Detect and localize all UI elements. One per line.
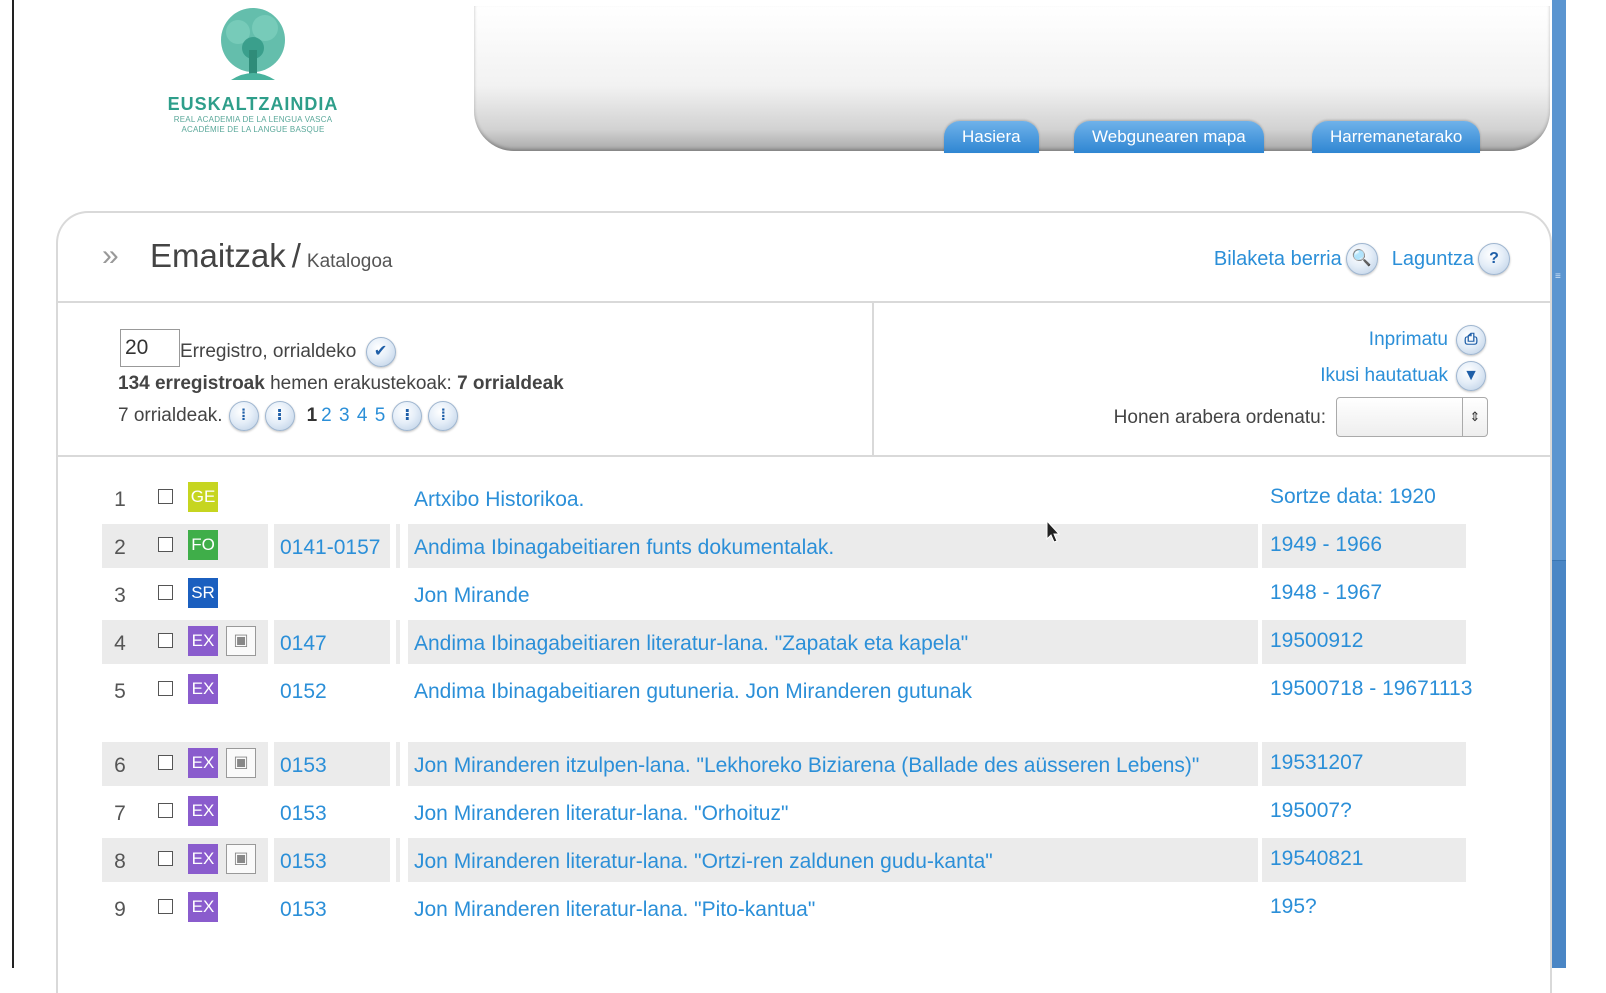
- double-chevron-icon: »: [102, 239, 119, 272]
- level-badge: EX: [188, 892, 218, 922]
- page-link-5[interactable]: 5: [375, 405, 386, 426]
- current-page: 1: [306, 405, 318, 426]
- scrollbar-grip-icon: ≡: [1555, 271, 1561, 282]
- scrollbar[interactable]: ≡: [1552, 0, 1566, 968]
- row-select-checkbox[interactable]: [158, 681, 173, 696]
- row-select-checkbox[interactable]: [158, 803, 173, 818]
- image-thumbnail-icon[interactable]: ▣: [226, 748, 256, 778]
- tree-emblem-icon: [221, 8, 285, 80]
- tab-webgunearen-mapa[interactable]: Webgunearen mapa: [1074, 121, 1264, 153]
- level-badge: SR: [188, 578, 218, 608]
- view-selected-icon: ▼: [1456, 361, 1486, 391]
- level-badge: EX: [188, 674, 218, 704]
- table-row: 5 EX 0152 Andima Ibinagabeitiaren gutuneria…: [102, 666, 1498, 740]
- print-link[interactable]: Inprimatu ⎙: [1369, 325, 1486, 355]
- row-select-checkbox[interactable]: [158, 633, 173, 648]
- records-count: 134 erregistroak: [118, 373, 265, 394]
- image-thumbnail-icon[interactable]: ▣: [226, 844, 256, 874]
- page-link-4[interactable]: 4: [357, 405, 368, 426]
- prev-page-icon[interactable]: ⁝: [264, 401, 295, 431]
- magnifier-icon: 🔍: [1345, 243, 1378, 275]
- records-pages: 7 orrialdeak: [457, 373, 564, 394]
- level-badge: EX: [188, 748, 218, 778]
- table-row: 9 EX 0153 Jon Miranderen literatur-lana. "P…: [102, 884, 1498, 932]
- table-row: 2 FO 0141-0157 Andima Ibinagabeitiaren funt…: [102, 522, 1498, 570]
- page-title-main: Emaitzak: [150, 237, 286, 274]
- select-updown-icon: ⇕: [1462, 398, 1487, 436]
- table-row: 4 EX ▣ 0147 Andima Ibinagabeitiaren literatu…: [102, 618, 1498, 666]
- print-label: Inprimatu: [1368, 329, 1448, 350]
- table-row: 3 SR Jon Mirande 1948 - 1967: [102, 570, 1498, 618]
- row-select-checkbox[interactable]: [158, 851, 173, 866]
- pagination: 7 orrialdeak. ⁞ ⁝ 12 3 4 5 ⁝ ⁞: [118, 401, 459, 431]
- per-page-input[interactable]: [120, 329, 180, 367]
- level-badge: GE: [188, 482, 218, 512]
- results-list: 1 GE Artxibo Historikoa. Sortze data: 1920 2…: [102, 474, 1498, 932]
- first-page-icon[interactable]: ⁞: [228, 401, 259, 431]
- row-select-checkbox[interactable]: [158, 755, 173, 770]
- new-search-link[interactable]: Bilaketa berria 🔍: [1214, 243, 1378, 275]
- tab-harremanetarako[interactable]: Harremanetarako: [1312, 121, 1481, 153]
- logo-name: EUSKALTZAINDIA: [167, 94, 339, 114]
- level-badge: EX: [188, 844, 218, 874]
- pages-label: 7 orrialdeak.: [118, 405, 223, 426]
- row-number: 9: [114, 898, 126, 921]
- tab-hasiera[interactable]: Hasiera: [944, 121, 1039, 153]
- printer-icon: ⎙: [1456, 325, 1486, 355]
- logo-subtitle-es: REAL ACADEMIA DE LA LENGUA VASCA: [173, 115, 333, 124]
- title-separator: /: [291, 237, 301, 274]
- per-page-label: Erregistro, orrialdeko: [180, 341, 357, 363]
- new-search-label: Bilaketa berria: [1213, 247, 1342, 270]
- last-page-icon[interactable]: ⁞: [428, 401, 459, 431]
- image-thumbnail-icon[interactable]: ▣: [226, 626, 256, 656]
- per-page-row: Erregistro, orrialdeko ✔: [180, 337, 396, 367]
- paging-controls: Erregistro, orrialdeko ✔ 134 erregistroa…: [58, 303, 874, 457]
- help-label: Laguntza: [1391, 247, 1474, 270]
- apply-checkmark-icon[interactable]: ✔: [365, 337, 396, 367]
- level-badge: FO: [188, 530, 218, 560]
- logo-subtitle-fr: ACADÉMIE DE LA LANGUE BASQUE: [181, 125, 325, 134]
- table-row: 8 EX ▣ 0153 Jon Miranderen literatur-lana. "…: [102, 836, 1498, 884]
- records-mid: hemen erakustekoak:: [270, 373, 452, 394]
- record-date[interactable]: 195?: [1270, 880, 1490, 942]
- row-background: [396, 742, 400, 786]
- sort-label: Honen arabera ordenatu:: [1113, 407, 1326, 428]
- mouse-cursor-icon: [1046, 520, 1060, 543]
- row-background: [396, 524, 400, 568]
- table-row: 7 EX 0153 Jon Miranderen literatur-lana. "O…: [102, 788, 1498, 836]
- title-bar: » Emaitzak / Katalogoa Bilaketa berria 🔍 L…: [58, 213, 1550, 303]
- level-badge: EX: [188, 626, 218, 656]
- table-row: 1 GE Artxibo Historikoa. Sortze data: 1920: [102, 474, 1498, 522]
- records-summary: 134 erregistroak hemen erakustekoak: 7 o…: [118, 373, 564, 395]
- record-code[interactable]: 0153: [280, 884, 327, 946]
- row-background: [396, 838, 400, 882]
- level-badge: EX: [188, 796, 218, 826]
- page-link-3[interactable]: 3: [339, 405, 350, 426]
- row-select-checkbox[interactable]: [158, 585, 173, 600]
- next-page-icon[interactable]: ⁝: [392, 401, 423, 431]
- view-selected-link[interactable]: Ikusi hautatuak ▼: [1320, 361, 1486, 391]
- page-subtitle: Katalogoa: [306, 251, 393, 272]
- row-select-checkbox[interactable]: [158, 489, 173, 504]
- page-title: Emaitzak / Katalogoa: [150, 237, 392, 275]
- row-background: [396, 620, 400, 664]
- record-title-link[interactable]: Jon Miranderen literatur-lana. "Pito-kan…: [414, 884, 815, 946]
- row-select-checkbox[interactable]: [158, 899, 173, 914]
- output-controls: Inprimatu ⎙ Ikusi hautatuak ▼ Honen arab…: [874, 303, 1550, 457]
- help-link[interactable]: Laguntza ?: [1392, 243, 1510, 275]
- row-select-checkbox[interactable]: [158, 537, 173, 552]
- view-selected-label: Ikusi hautatuak: [1320, 365, 1448, 386]
- site-logo[interactable]: EUSKALTZAINDIA REAL ACADEMIA DE LA LENGU…: [148, 6, 358, 156]
- page-left-border: [12, 0, 14, 968]
- table-row: 6 EX ▣ 0153 Jon Miranderen itzulpen-lana. "L…: [102, 740, 1498, 788]
- sort-select[interactable]: ⇕: [1336, 397, 1488, 437]
- question-icon: ?: [1478, 243, 1510, 275]
- page-link-2[interactable]: 2: [321, 405, 332, 426]
